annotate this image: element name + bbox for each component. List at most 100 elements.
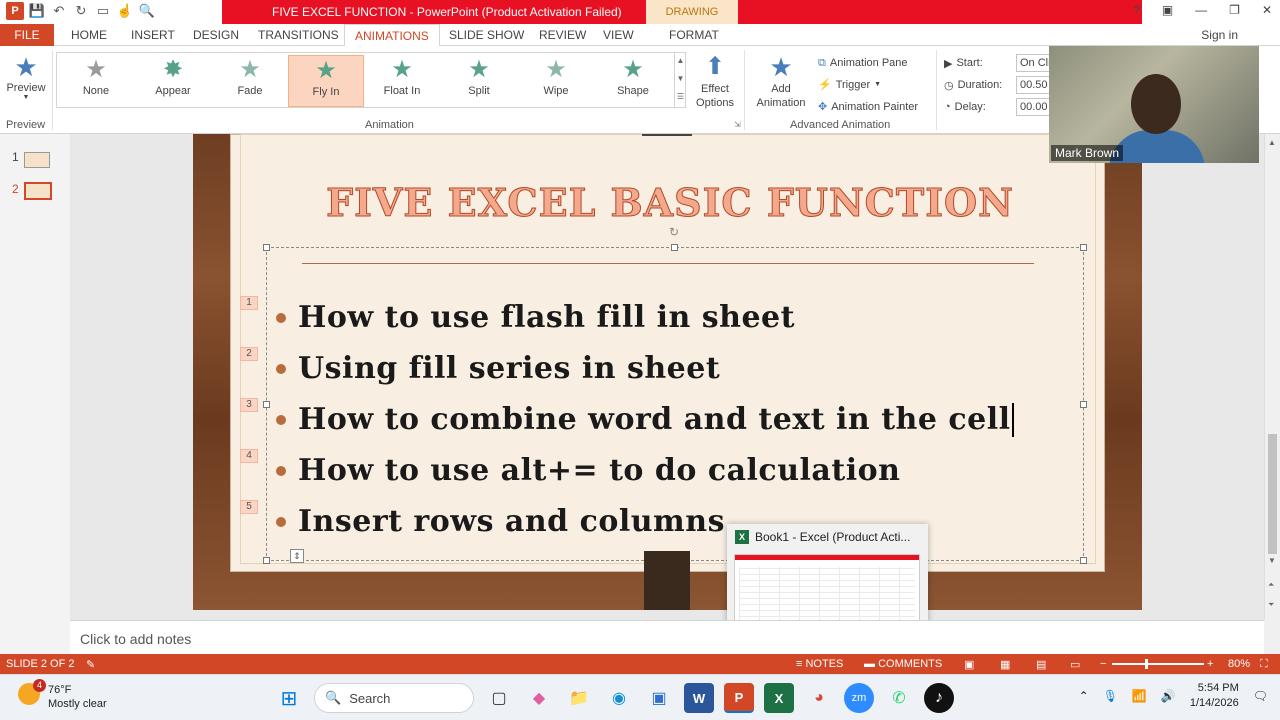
start-from-beginning-icon[interactable]: ▭ xyxy=(94,2,112,20)
preview-button[interactable]: ★ Preview ▼ xyxy=(4,52,48,101)
resize-handle[interactable] xyxy=(1080,401,1087,408)
resize-handle[interactable] xyxy=(671,244,678,251)
rotate-handle-icon[interactable]: ↻ xyxy=(669,225,679,239)
help-icon[interactable]: ? xyxy=(1133,3,1140,17)
zoom-slider[interactable] xyxy=(1112,663,1204,665)
clock[interactable]: 5:54 PM 1/14/2026 xyxy=(1190,681,1239,711)
scrollbar-thumb[interactable] xyxy=(1268,434,1277,554)
slide-sorter-icon[interactable]: ▦ xyxy=(1000,658,1010,671)
resize-handle[interactable] xyxy=(263,244,270,251)
tab-home[interactable]: HOME xyxy=(71,28,107,42)
resize-handle[interactable] xyxy=(1080,557,1087,564)
resize-handle[interactable] xyxy=(263,557,270,564)
microphone-icon[interactable]: 🎙 xyxy=(1103,689,1118,703)
tab-transitions[interactable]: TRANSITIONS xyxy=(258,28,339,42)
zoom-slider-knob[interactable] xyxy=(1145,659,1148,669)
slide-show-icon[interactable]: ▭ xyxy=(1070,658,1080,671)
whatsapp-icon[interactable]: ✆ xyxy=(884,683,914,713)
print-preview-icon[interactable]: 🔍 xyxy=(138,2,156,20)
scroll-down-icon[interactable]: ▼ xyxy=(1268,556,1276,565)
tab-format[interactable]: FORMAT xyxy=(669,28,719,42)
notes-button[interactable]: ≡ NOTES xyxy=(796,658,843,670)
tab-view[interactable]: VIEW xyxy=(603,28,634,42)
notes-scrollbar[interactable] xyxy=(1264,620,1280,654)
animation-order-tag[interactable]: 5 xyxy=(240,500,258,514)
ribbon-display-options-icon[interactable]: ▣ xyxy=(1162,3,1173,17)
vertical-scrollbar[interactable]: ▲ ▼ ⏶ ⏷ xyxy=(1264,134,1280,620)
tab-design[interactable]: DESIGN xyxy=(193,28,239,42)
zoom-out-icon[interactable]: − xyxy=(1100,658,1106,670)
bullet-item[interactable]: Using fill series in sheet xyxy=(276,351,720,386)
taskbar-search[interactable]: 🔍 Search xyxy=(314,683,474,713)
tab-insert[interactable]: INSERT xyxy=(131,28,175,42)
task-view-icon[interactable]: ▢ xyxy=(484,683,514,713)
duration-input[interactable]: 00.50 xyxy=(1016,76,1050,94)
undo-icon[interactable]: ↶ xyxy=(50,2,68,20)
gallery-scroll[interactable]: ▲ ▼ ☰ xyxy=(674,52,686,108)
store-icon[interactable]: ▣ xyxy=(644,683,674,713)
touch-mode-icon[interactable]: ☝ xyxy=(116,2,134,20)
slide-title[interactable]: FIVE EXCEL BASIC FUNCTION xyxy=(300,180,1040,226)
excel-icon[interactable]: X xyxy=(764,683,794,713)
animation-wipe[interactable]: ★ Wipe xyxy=(518,55,594,107)
tab-file[interactable]: FILE xyxy=(0,24,54,46)
animation-order-tag[interactable]: 3 xyxy=(240,398,258,412)
animation-order-tag[interactable]: 2 xyxy=(240,347,258,361)
add-animation-button[interactable]: ★ Add Animation xyxy=(750,52,812,110)
resize-handle[interactable] xyxy=(1080,244,1087,251)
chrome-icon[interactable]: ◕ xyxy=(804,683,834,713)
file-explorer-icon[interactable]: 📁 xyxy=(564,683,594,713)
maximize-icon[interactable]: ❐ xyxy=(1229,3,1240,17)
minimize-icon[interactable]: — xyxy=(1195,3,1207,17)
animation-split[interactable]: ★ Split xyxy=(441,55,517,107)
redo-icon[interactable]: ↻ xyxy=(72,2,90,20)
sign-in-link[interactable]: Sign in xyxy=(1201,28,1238,42)
powerpoint-icon[interactable]: P xyxy=(724,683,754,713)
animation-fade[interactable]: ★ Fade xyxy=(212,55,288,107)
slide-thumbnail-2[interactable] xyxy=(24,182,52,200)
animation-appear[interactable]: ✸ Appear xyxy=(135,55,211,107)
notifications-icon[interactable]: 🗨 xyxy=(1253,689,1268,703)
animation-pane-button[interactable]: ⧉ Animation Pane xyxy=(818,52,918,74)
bullet-item[interactable]: How to combine word and text in the cell xyxy=(276,402,1014,437)
microsoft-365-icon[interactable]: ◆ xyxy=(524,683,554,713)
weather-widget[interactable]: 4 76°F Mostly clear xyxy=(18,679,107,711)
previous-slide-icon[interactable]: ⏶ xyxy=(1268,580,1274,590)
fit-to-window-icon[interactable]: ⛶ xyxy=(1260,658,1268,671)
windows-start-icon[interactable]: ⊞ xyxy=(274,683,304,713)
edge-icon[interactable]: ◉ xyxy=(604,683,634,713)
save-icon[interactable]: 💾 xyxy=(28,2,46,20)
scroll-up-icon[interactable]: ▲ xyxy=(1268,138,1276,147)
animation-order-tag[interactable]: 1 xyxy=(240,296,258,310)
volume-icon[interactable]: 🔊 xyxy=(1161,689,1176,703)
word-icon[interactable]: W xyxy=(684,683,714,713)
zoom-icon[interactable]: zm xyxy=(844,683,874,713)
delay-input[interactable]: 00.00 xyxy=(1016,98,1050,116)
zoom-in-icon[interactable]: + xyxy=(1207,658,1213,670)
scroll-up-icon[interactable]: ▲ xyxy=(675,52,686,70)
animation-order-tag[interactable]: 4 xyxy=(240,449,258,463)
bullet-item[interactable]: How to use alt+= to do calculation xyxy=(276,453,900,488)
reading-view-icon[interactable]: ▤ xyxy=(1036,658,1046,671)
tiktok-icon[interactable]: ♪ xyxy=(924,683,954,713)
comments-button[interactable]: ▬ COMMENTS xyxy=(864,658,942,670)
animation-shape[interactable]: ★ Shape xyxy=(595,55,671,107)
zoom-level[interactable]: 80% xyxy=(1228,658,1250,670)
normal-view-icon[interactable]: ▣ xyxy=(964,658,974,671)
animation-float-in[interactable]: ★ Float In xyxy=(364,55,440,107)
next-slide-icon[interactable]: ⏷ xyxy=(1268,600,1274,610)
scroll-down-icon[interactable]: ▼ xyxy=(675,70,686,88)
spell-check-icon[interactable]: ✎ xyxy=(86,658,95,671)
close-icon[interactable]: ✕ xyxy=(1262,3,1272,17)
tab-animations[interactable]: ANIMATIONS xyxy=(344,24,440,47)
dialog-launcher-icon[interactable]: ⇲ xyxy=(734,120,741,129)
slide-thumbnail-1[interactable] xyxy=(24,152,50,168)
animation-fly-in[interactable]: ★ Fly In xyxy=(288,55,364,107)
animation-none[interactable]: ★ None xyxy=(58,55,134,107)
bullet-item[interactable]: How to use flash fill in sheet xyxy=(276,300,795,335)
tab-review[interactable]: REVIEW xyxy=(539,28,586,42)
animation-painter-button[interactable]: ✥ Animation Painter xyxy=(818,96,918,118)
resize-handle[interactable] xyxy=(263,401,270,408)
tab-slide-show[interactable]: SLIDE SHOW xyxy=(449,28,524,42)
bullet-item[interactable]: Insert rows and columns xyxy=(276,504,725,539)
